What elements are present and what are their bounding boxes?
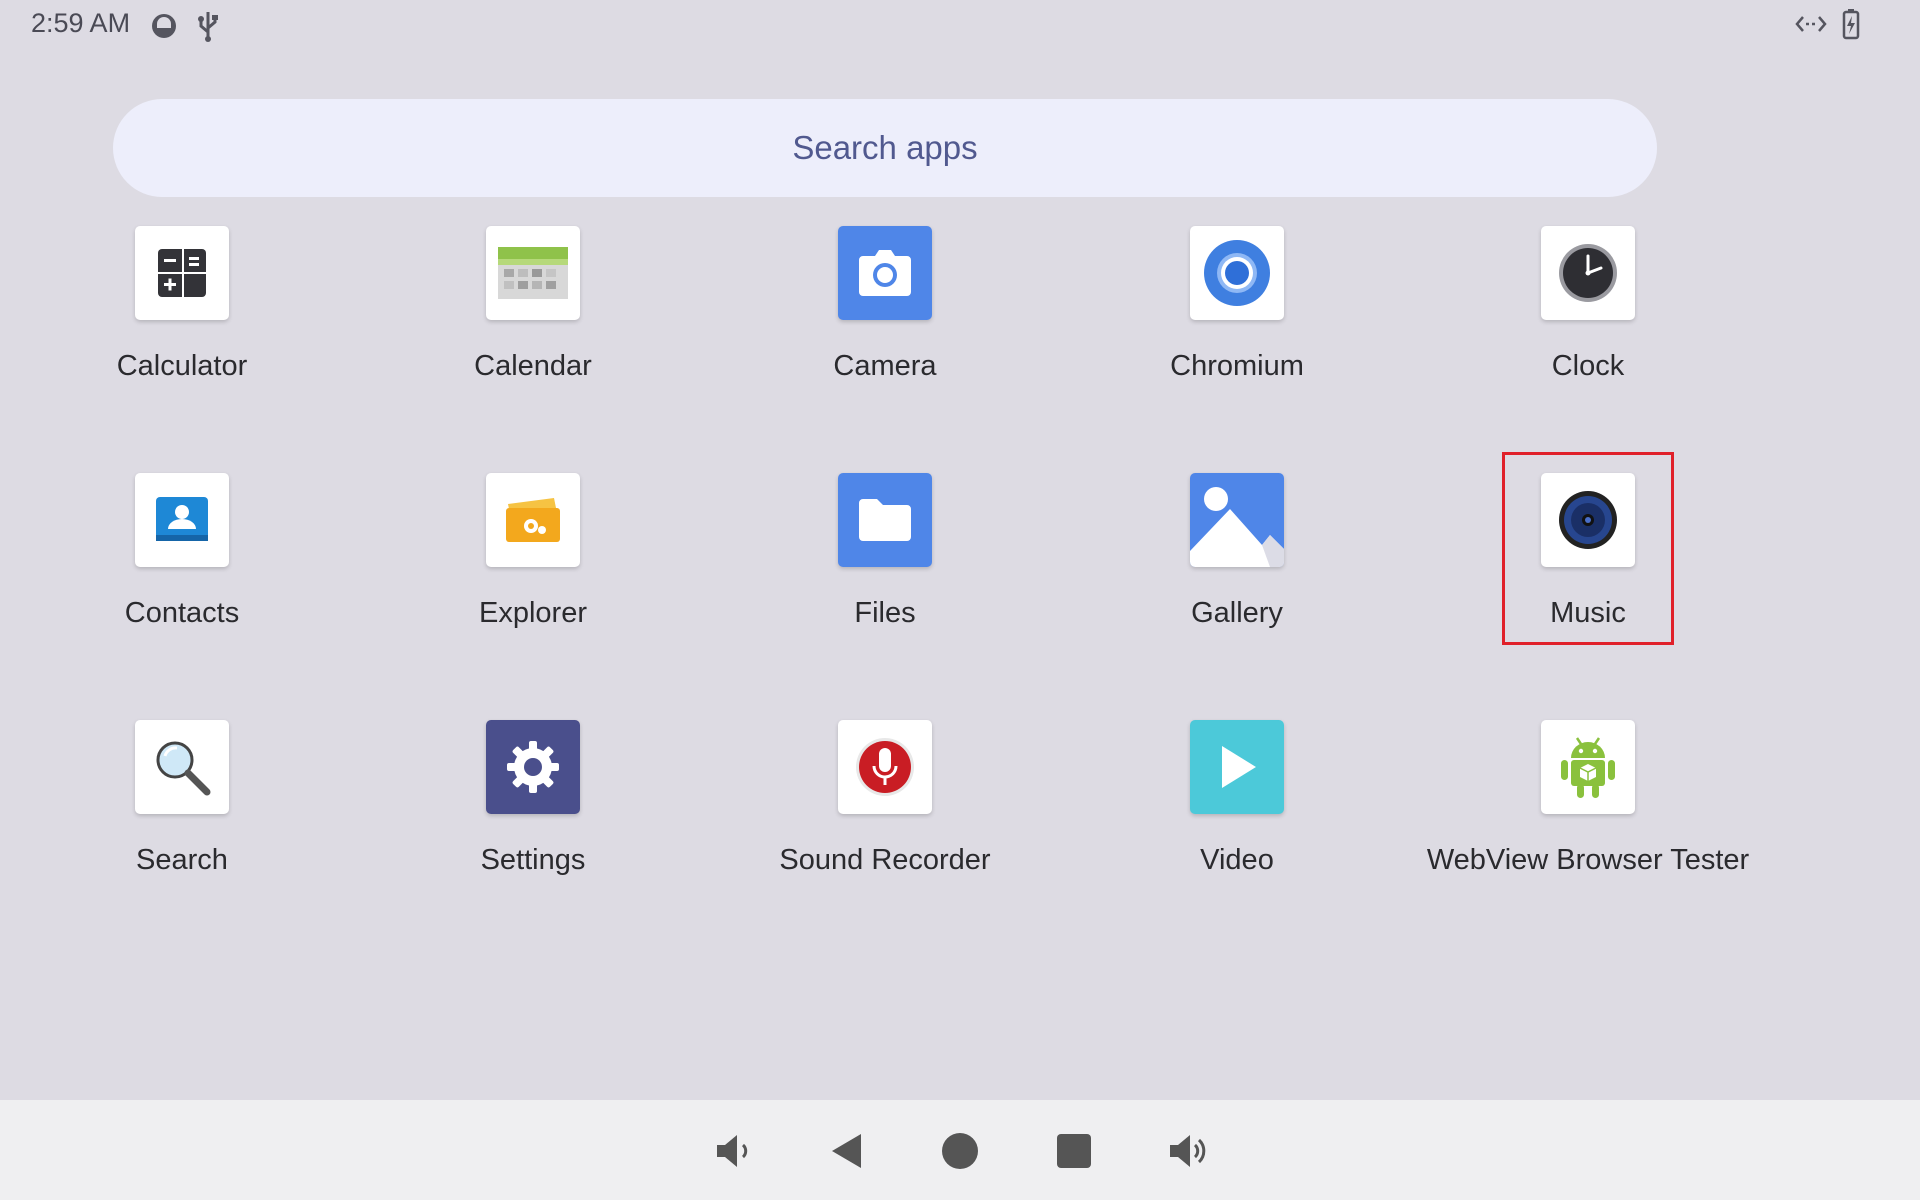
app-label: Music: [1550, 597, 1626, 629]
app-label: Settings: [480, 844, 586, 876]
app-label: Files: [854, 597, 916, 629]
explorer-icon: [486, 473, 580, 567]
app-label: Clock: [1551, 350, 1625, 382]
app-label: Video: [1200, 844, 1274, 876]
volume-down-icon[interactable]: [708, 1126, 758, 1176]
music-icon: [1541, 473, 1635, 567]
search-apps-input[interactable]: Search apps: [113, 99, 1657, 197]
app-clock[interactable]: Clock: [1423, 226, 1753, 396]
app-gallery[interactable]: Gallery: [1072, 473, 1402, 643]
app-calendar[interactable]: Calendar: [368, 226, 698, 396]
app-explorer[interactable]: Explorer: [368, 473, 698, 643]
app-camera[interactable]: Camera: [720, 226, 1050, 396]
camera-icon: [838, 226, 932, 320]
app-label: Camera: [833, 350, 937, 382]
app-video[interactable]: Video: [1072, 720, 1402, 890]
search-apps-placeholder: Search apps: [792, 129, 978, 166]
files-icon: [838, 473, 932, 567]
chromium-icon: [1190, 226, 1284, 320]
microphone-icon: [838, 720, 932, 814]
android-icon: [1541, 720, 1635, 814]
navigation-bar: [0, 1100, 1920, 1200]
app-webview-browser-tester[interactable]: WebView Browser Tester: [1423, 720, 1753, 890]
sync-icon: [150, 12, 178, 45]
back-icon[interactable]: [822, 1126, 872, 1176]
app-contacts[interactable]: Contacts: [17, 473, 347, 643]
volume-up-icon[interactable]: [1163, 1126, 1213, 1176]
status-time: 2:59 AM: [31, 8, 131, 38]
app-label: Gallery: [1191, 597, 1283, 629]
app-sound-recorder[interactable]: Sound Recorder: [720, 720, 1050, 890]
calculator-icon: [135, 226, 229, 320]
usb-icon: [196, 10, 220, 47]
app-files[interactable]: Files: [720, 473, 1050, 643]
recents-icon[interactable]: [1049, 1126, 1099, 1176]
app-label: Contacts: [124, 597, 240, 629]
settings-icon: [486, 720, 580, 814]
battery-charging-icon: [1841, 8, 1861, 45]
app-label: WebView Browser Tester: [1426, 844, 1750, 876]
app-search[interactable]: Search: [17, 720, 347, 890]
home-icon[interactable]: [935, 1126, 985, 1176]
app-chromium[interactable]: Chromium: [1072, 226, 1402, 396]
app-label: Search: [136, 844, 228, 876]
app-label: Calculator: [116, 350, 248, 382]
calendar-icon: [486, 226, 580, 320]
app-label: Calendar: [474, 350, 592, 382]
app-label: Sound Recorder: [779, 844, 991, 876]
app-label: Chromium: [1170, 350, 1304, 382]
app-calculator[interactable]: Calculator: [17, 226, 347, 396]
gallery-icon: [1190, 473, 1284, 567]
app-settings[interactable]: Settings: [368, 720, 698, 890]
data-transfer-icon: [1794, 12, 1828, 41]
video-play-icon: [1190, 720, 1284, 814]
clock-icon: [1541, 226, 1635, 320]
status-bar: 2:59 AM: [0, 0, 1920, 50]
contacts-icon: [135, 473, 229, 567]
app-music[interactable]: Music: [1423, 473, 1753, 643]
app-label: Explorer: [479, 597, 587, 629]
search-icon: [135, 720, 229, 814]
